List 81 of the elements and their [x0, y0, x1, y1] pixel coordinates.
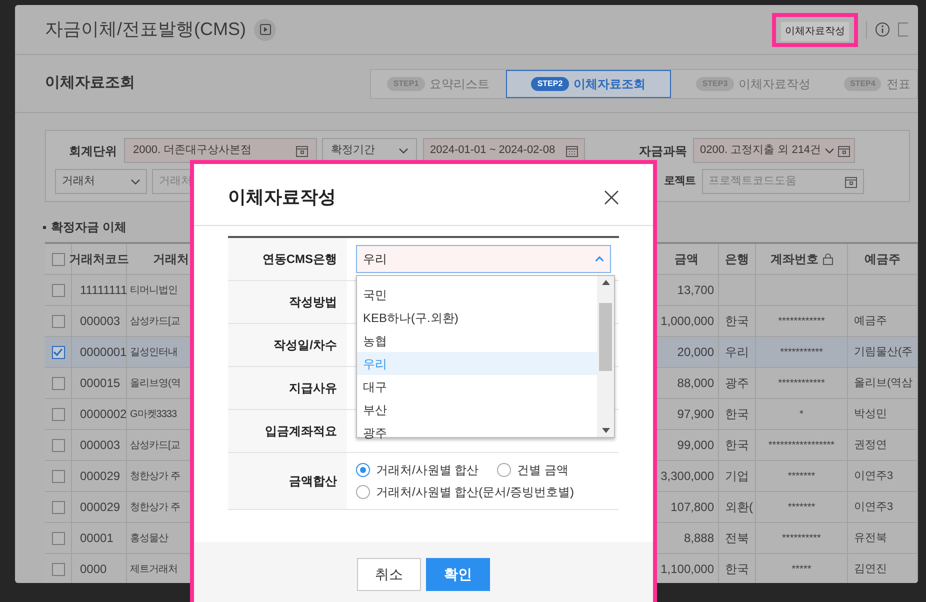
table-cell-text: 우리	[725, 344, 749, 361]
page-title: 자금이체/전표발행(CMS)	[45, 18, 246, 41]
step-label: 전표	[886, 76, 910, 92]
table-cell-text: ************	[778, 314, 825, 328]
form-label: 작성일/차수	[274, 337, 337, 354]
table-cell-text: 000029	[80, 499, 120, 516]
table-cell-text: 0000001	[80, 344, 127, 361]
table-cell-text: 8,888	[684, 530, 714, 547]
table-cell-text: 3,300,000	[660, 468, 714, 485]
table-cell-text: 20,000	[677, 344, 714, 361]
form-label: 금액합산	[289, 473, 337, 490]
column-header: 예금주	[864, 251, 900, 268]
table-cell-text: 올리브(역삼	[854, 376, 913, 391]
step-label: 이체자료조회	[574, 76, 646, 92]
table-cell-text: 000003	[80, 437, 120, 454]
field-label: 자금과목	[638, 142, 688, 160]
table-cell-text: 외환(	[725, 499, 753, 516]
column-header: 거래처	[153, 251, 189, 268]
table-cell-text: ***********	[780, 346, 823, 360]
table-cell-text: ************	[778, 376, 825, 390]
table-cell-text: *	[800, 408, 804, 422]
table-cell-text: 이연주3	[854, 468, 894, 484]
table-cell-text: 한국	[725, 313, 749, 330]
table-cell-text: 유전북	[854, 530, 887, 546]
table-cell-text: 000015	[80, 375, 120, 392]
table-cell-text: 길성인터내	[130, 346, 178, 360]
table-cell-text: 000003	[80, 313, 120, 330]
table-cell-text: 이연주3	[854, 500, 894, 515]
table-cell-text: 한국	[725, 437, 749, 454]
table-cell-text: 권정연	[854, 438, 887, 453]
table-cell-text: 11111111	[80, 282, 128, 299]
table-cell-text: **********	[782, 532, 821, 546]
step-badge: STEP2	[531, 76, 569, 90]
dialog-title: 이체자료작성	[228, 186, 336, 209]
table-cell-text: 기업	[725, 468, 749, 485]
table-cell-text: 삼성카드[교	[130, 438, 180, 452]
table-cell-text: 삼성카드[교	[130, 314, 180, 328]
table-cell-text: 한국	[725, 406, 749, 423]
form-label: 지급사유	[289, 380, 337, 397]
column-header: 은행	[725, 251, 749, 268]
table-cell-text: 0000	[80, 561, 107, 578]
field-label: 회계단위	[68, 142, 118, 160]
step-label: 요약리스트	[430, 76, 490, 92]
table-cell-text: 기림물산(주	[854, 344, 913, 360]
column-header: 금액	[674, 251, 698, 268]
table-cell-text: 김연진	[854, 562, 887, 577]
table-cell-text: 박성민	[854, 406, 887, 422]
table-cell-text: 13,700	[677, 282, 714, 299]
column-header: 거래처코드	[69, 251, 129, 268]
table-cell-text: 한국	[725, 561, 749, 578]
table-cell-text: 청한상가 주	[130, 470, 180, 484]
table-cell-text: *****	[792, 562, 812, 576]
form-label: 연동CMS은행	[262, 251, 337, 268]
table-cell-text: *****************	[768, 438, 835, 452]
section-heading: 이체자료조회	[45, 73, 136, 94]
table-cell-text: 000029	[80, 468, 120, 485]
table-cell-text: 97,900	[677, 406, 714, 423]
table-cell-text: 99,000	[677, 437, 714, 454]
table-cell-text: 올리브영(역	[130, 376, 180, 390]
table-cell-text: 티머니법인	[130, 284, 178, 298]
form-label: 입금계좌적요	[265, 423, 337, 440]
table-cell-text: 광주	[725, 375, 749, 392]
table-cell-text: 제트거래처	[130, 562, 178, 576]
table-cell-text: 88,000	[677, 375, 714, 392]
table-cell-text: 1,100,000	[660, 561, 714, 578]
section-title: 확정자금 이체	[51, 219, 126, 236]
table-cell-text: 예금주	[854, 314, 887, 329]
step-label: 이체자료작성	[738, 76, 811, 92]
field-label: 로젝트	[664, 174, 696, 190]
table-cell-text: 0000002	[80, 406, 127, 423]
form-label: 작성방법	[289, 294, 337, 311]
table-cell-text: *******	[788, 470, 816, 484]
table-cell-text: 1,000,000	[660, 313, 714, 330]
table-cell-text: 전북	[725, 530, 749, 547]
table-cell-text: 00001	[80, 530, 114, 547]
table-cell-text: 청한상가 주	[130, 500, 180, 514]
table-cell-text: 107,800	[670, 499, 714, 516]
column-header: 계좌번호	[770, 251, 818, 268]
table-cell-text: 홍성물산	[130, 532, 168, 546]
table-cell-text: G마켓3333	[130, 408, 177, 422]
table-cell-text: *******	[788, 500, 816, 514]
